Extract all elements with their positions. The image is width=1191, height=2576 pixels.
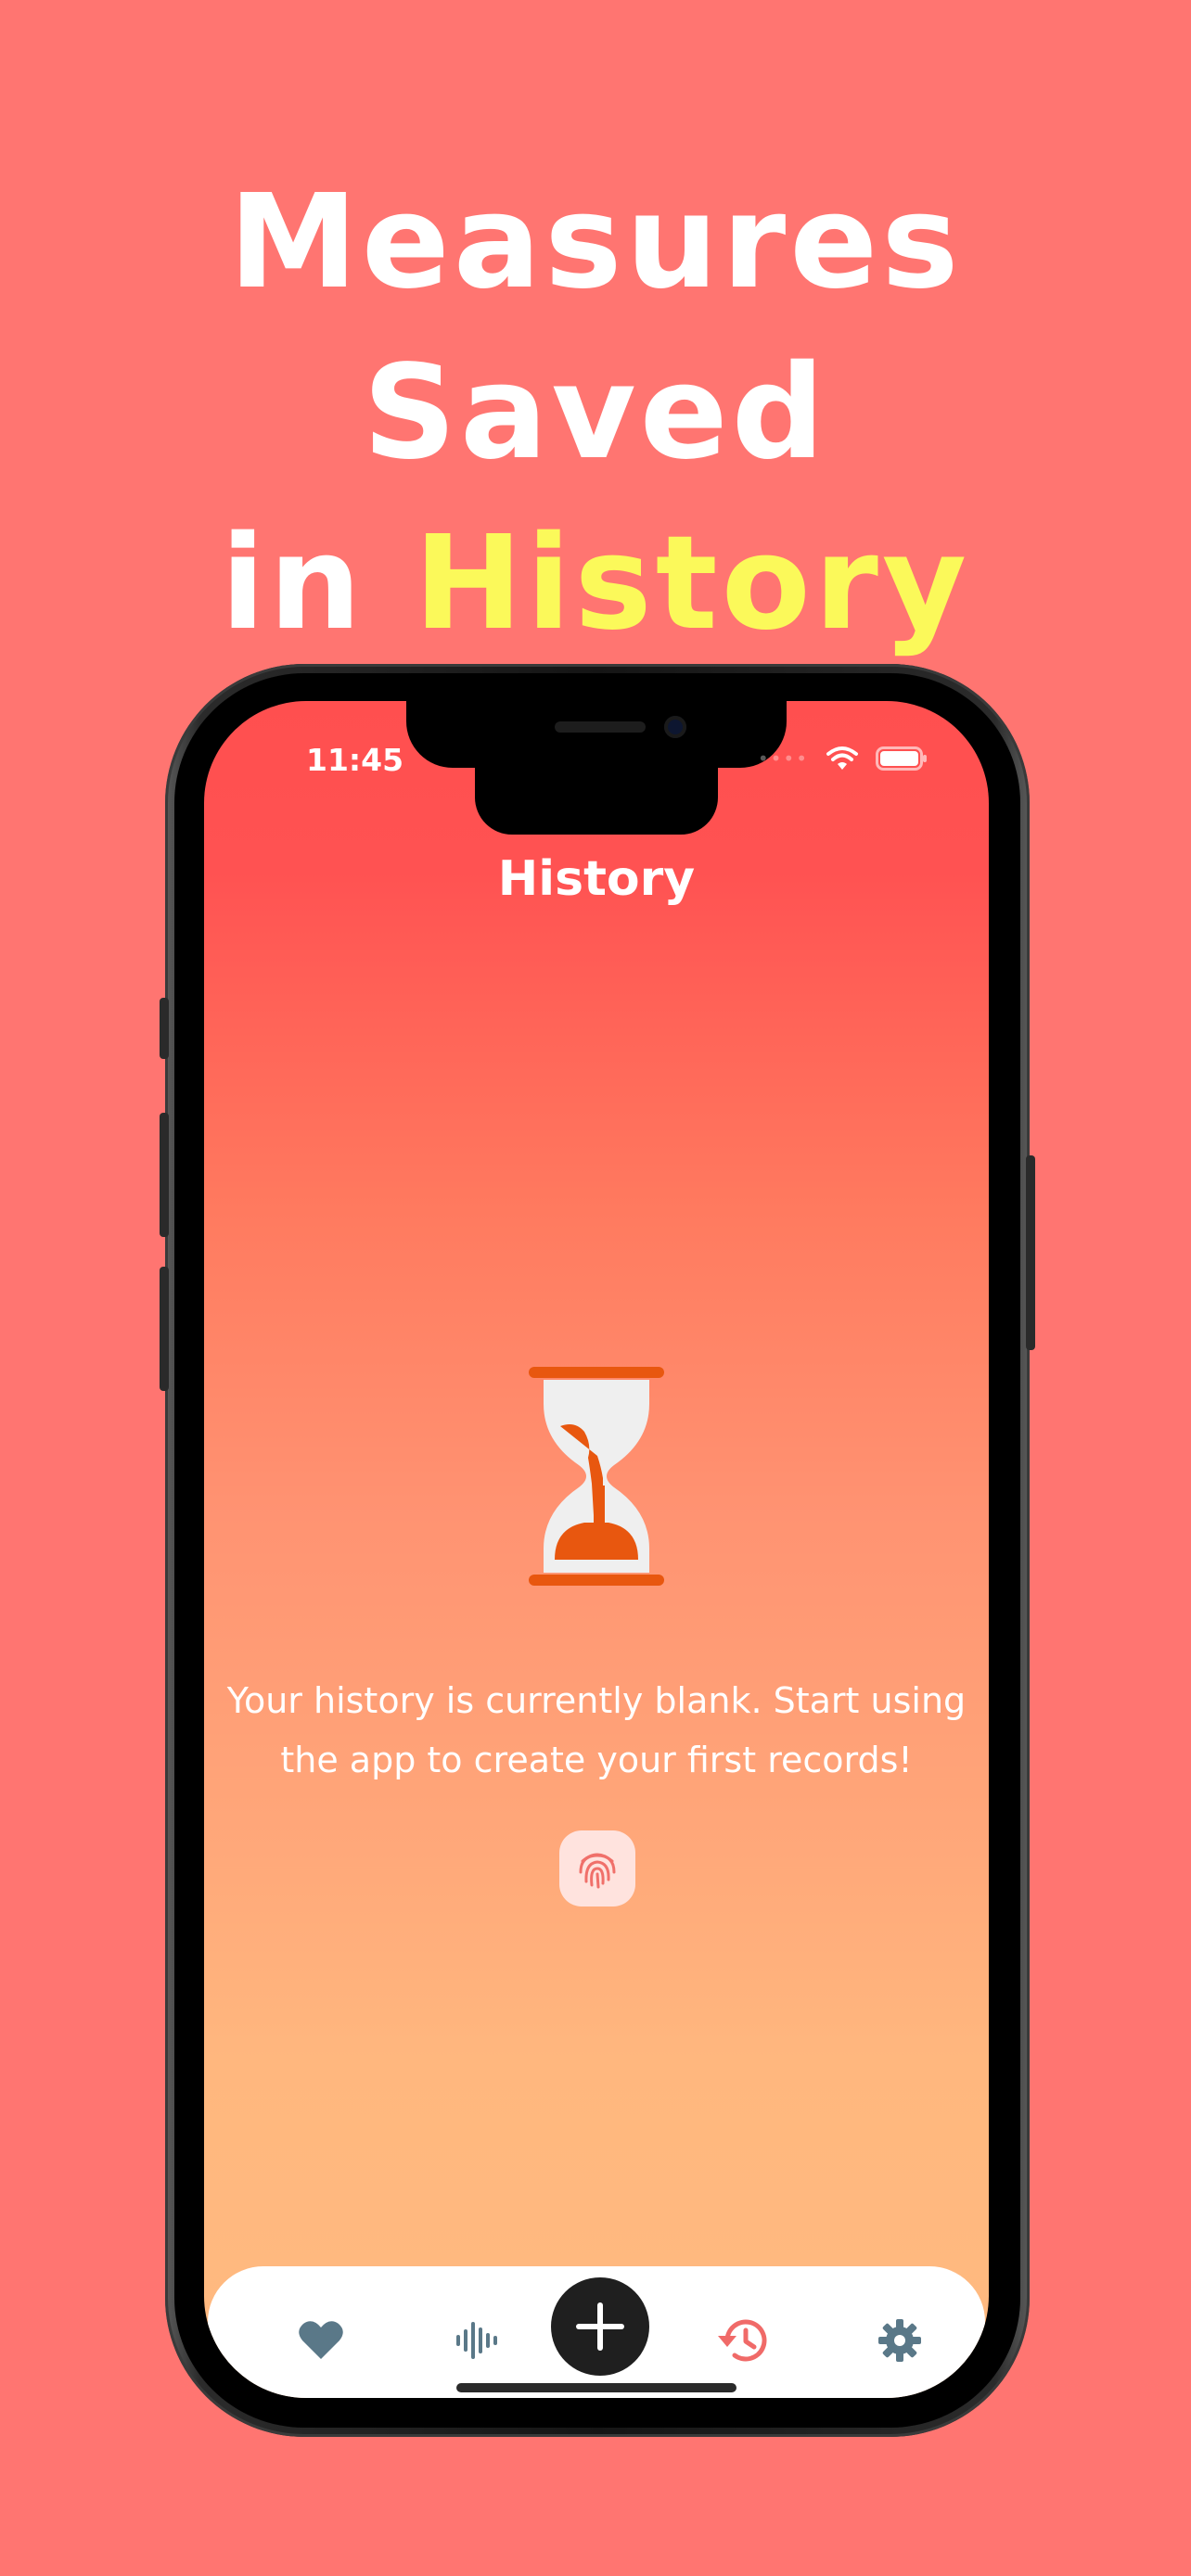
volume-down-button <box>160 1267 169 1391</box>
tab-settings[interactable] <box>863 2303 937 2378</box>
headline-prefix: in <box>220 508 415 659</box>
tab-history[interactable] <box>707 2303 781 2378</box>
headline-line-1: Measures Saved <box>228 167 963 489</box>
hourglass-icon <box>529 1367 664 1586</box>
tab-favorites[interactable] <box>284 2303 358 2378</box>
battery-icon <box>876 746 927 771</box>
power-button <box>1026 1155 1035 1350</box>
volume-up-button <box>160 1113 169 1237</box>
speaker-grille <box>555 721 646 733</box>
headline-line-2: in History <box>0 499 1191 670</box>
headline-accent: History <box>414 508 971 659</box>
mute-switch <box>160 998 169 1059</box>
front-camera <box>664 716 686 738</box>
status-indicators: •••• <box>758 746 928 772</box>
status-time: 11:45 <box>306 742 404 778</box>
tab-measure[interactable] <box>440 2303 514 2378</box>
fingerprint-button[interactable] <box>559 1830 635 1906</box>
page-title: History <box>497 851 696 907</box>
fingerprint-icon <box>579 1853 616 1889</box>
add-button[interactable] <box>551 2277 649 2376</box>
waveform-icon <box>456 2322 497 2359</box>
signal-icon: •••• <box>757 747 809 770</box>
plus-icon <box>576 2302 624 2351</box>
gear-icon <box>878 2319 921 2362</box>
home-indicator[interactable] <box>456 2383 736 2392</box>
promo-headline: Measures Saved in History <box>0 158 1191 670</box>
notch-lower <box>475 738 718 835</box>
app-screen: 11:45 •••• History Your history is curre… <box>204 701 989 2398</box>
tab-bar <box>208 2266 985 2398</box>
heart-icon <box>299 2321 343 2359</box>
wifi-icon <box>826 746 858 770</box>
history-icon <box>718 2319 767 2362</box>
empty-history-message: Your history is currently blank. Start u… <box>226 1680 967 1780</box>
